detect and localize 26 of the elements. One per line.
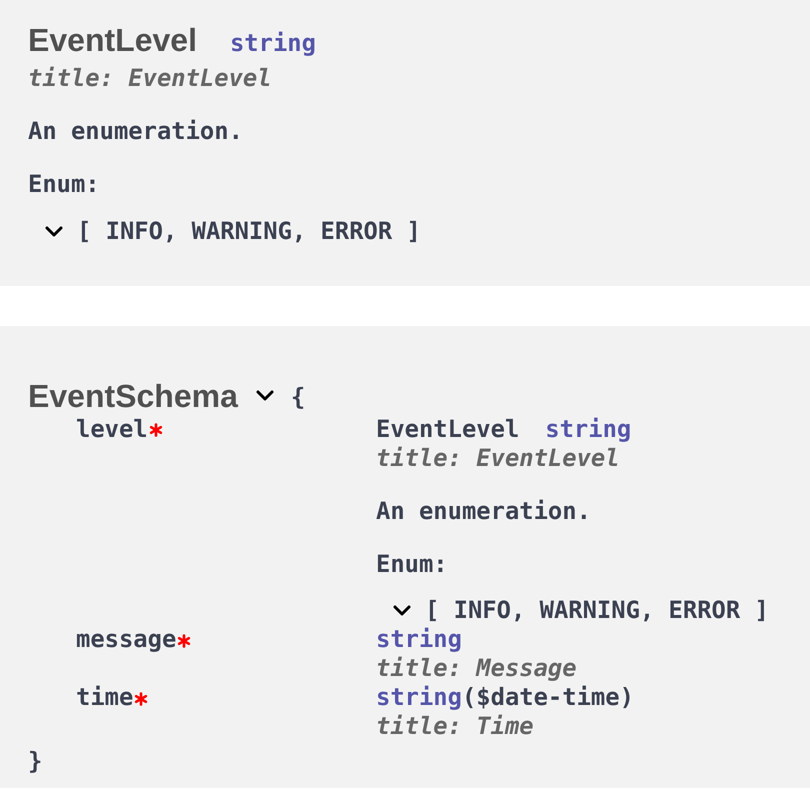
type-name: string <box>376 625 462 654</box>
chevron-icon[interactable] <box>256 390 274 401</box>
chevron-icon[interactable] <box>393 605 411 616</box>
chevron-icon[interactable] <box>45 226 63 236</box>
schema-title: title: EventLevel <box>28 64 272 93</box>
schema-title: title: EventLevel <box>376 444 620 472</box>
property-name: message <box>76 625 176 654</box>
close-brace: } <box>28 747 42 776</box>
type-format: ($date-time) <box>462 683 634 712</box>
model-name: EventLevel <box>376 414 520 444</box>
model-title: EventLevel <box>28 21 197 59</box>
type-name: string <box>230 29 316 58</box>
enum-label: Enum: <box>376 550 448 578</box>
description-text: An enumeration. <box>28 117 243 146</box>
type-name: string <box>545 414 632 444</box>
enum-label: Enum: <box>28 170 100 199</box>
type-name: string <box>376 683 462 712</box>
model-title: EventSchema <box>28 376 238 414</box>
schema-title: title: Message <box>376 654 577 683</box>
property-name: time <box>76 683 134 712</box>
property-name: level <box>76 414 148 444</box>
enum-values: [ INFO, WARNING, ERROR ] <box>425 596 769 625</box>
schema-title: title: Time <box>376 712 534 741</box>
open-brace: { <box>290 383 306 412</box>
enum-values: [ INFO, WARNING, ERROR ] <box>77 216 421 246</box>
description-text: An enumeration. <box>376 496 591 526</box>
